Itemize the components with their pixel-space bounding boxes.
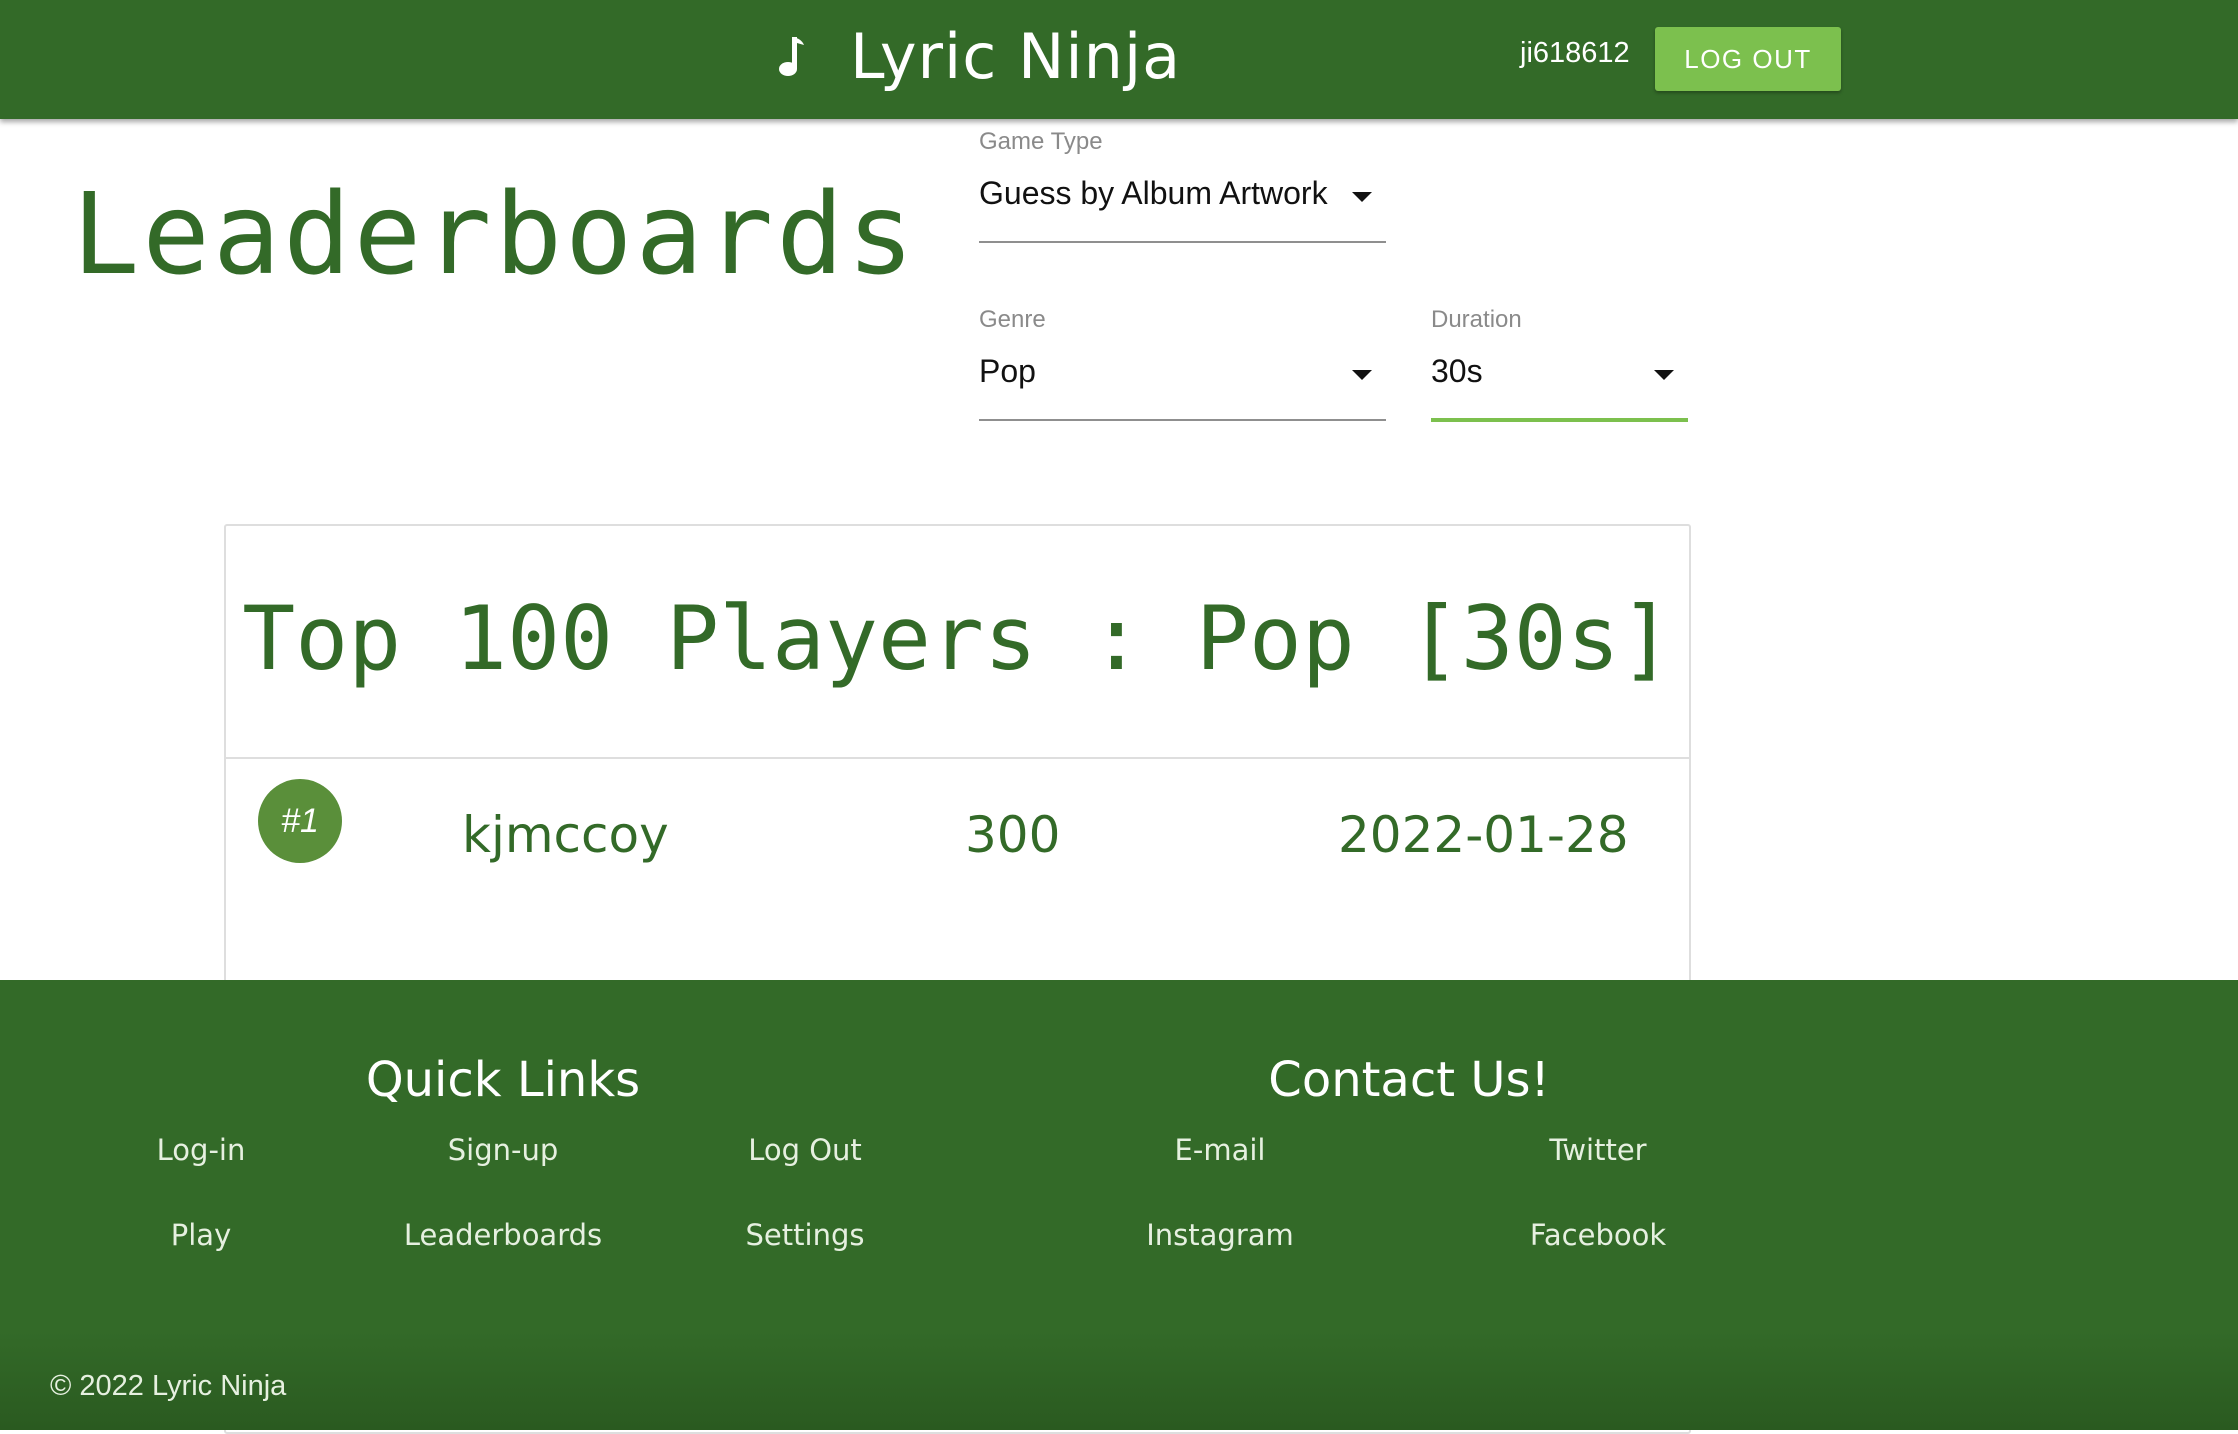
footer-link-leaderboards[interactable]: Leaderboards — [404, 1218, 602, 1252]
genre-underline — [979, 419, 1386, 421]
footer-link-instagram[interactable]: Instagram — [1146, 1218, 1294, 1252]
footer-link-facebook[interactable]: Facebook — [1530, 1218, 1666, 1252]
footer-link-twitter[interactable]: Twitter — [1549, 1133, 1646, 1167]
music-note-icon — [779, 37, 804, 76]
genre-label: Genre — [979, 306, 1046, 333]
game-type-underline — [979, 241, 1386, 243]
genre-select[interactable]: Genre Pop — [979, 306, 1386, 422]
game-type-select[interactable]: Game Type Guess by Album Artwork — [979, 128, 1386, 244]
footer-link-login[interactable]: Log-in — [157, 1133, 246, 1167]
genre-value: Pop — [979, 353, 1036, 389]
chevron-down-icon — [1654, 370, 1674, 380]
app-title: Lyric Ninja — [850, 19, 1182, 93]
player-name: kjmccoy — [462, 806, 669, 864]
game-type-value: Guess by Album Artwork — [979, 175, 1328, 211]
duration-label: Duration — [1431, 306, 1522, 333]
duration-underline — [1431, 418, 1688, 422]
copyright: © 2022 Lyric Ninja — [50, 1370, 287, 1402]
username-label: ji618612 — [1520, 37, 1630, 69]
contact-heading: Contact Us! — [1268, 1052, 1550, 1108]
rank-badge: #1 — [258, 779, 342, 863]
chevron-down-icon — [1352, 192, 1372, 202]
score-date: 2022-01-28 — [1338, 806, 1629, 864]
footer-link-settings[interactable]: Settings — [746, 1218, 865, 1252]
top-nav-bar: Lyric Ninja ji618612 LOG OUT — [0, 0, 2238, 119]
quick-links-heading: Quick Links — [365, 1052, 641, 1108]
brand[interactable]: Lyric Ninja — [770, 14, 1181, 98]
leaderboard-title: Top 100 Players : Pop [30s] — [242, 587, 1673, 690]
footer-link-logout[interactable]: Log Out — [748, 1133, 862, 1167]
footer-link-email[interactable]: E-mail — [1175, 1133, 1266, 1167]
footer: Quick Links Log-in Sign-up Log Out Play … — [0, 980, 2238, 1430]
footer-link-play[interactable]: Play — [171, 1218, 231, 1252]
game-type-label: Game Type — [979, 128, 1103, 155]
footer-link-signup[interactable]: Sign-up — [448, 1133, 559, 1167]
player-score: 300 — [965, 806, 1061, 864]
logout-button[interactable]: LOG OUT — [1655, 27, 1841, 91]
chevron-down-icon — [1352, 370, 1372, 380]
duration-value: 30s — [1431, 353, 1483, 389]
duration-select[interactable]: Duration 30s — [1431, 306, 1688, 422]
page-title: Leaderboards — [72, 170, 918, 300]
divider — [226, 757, 1689, 759]
